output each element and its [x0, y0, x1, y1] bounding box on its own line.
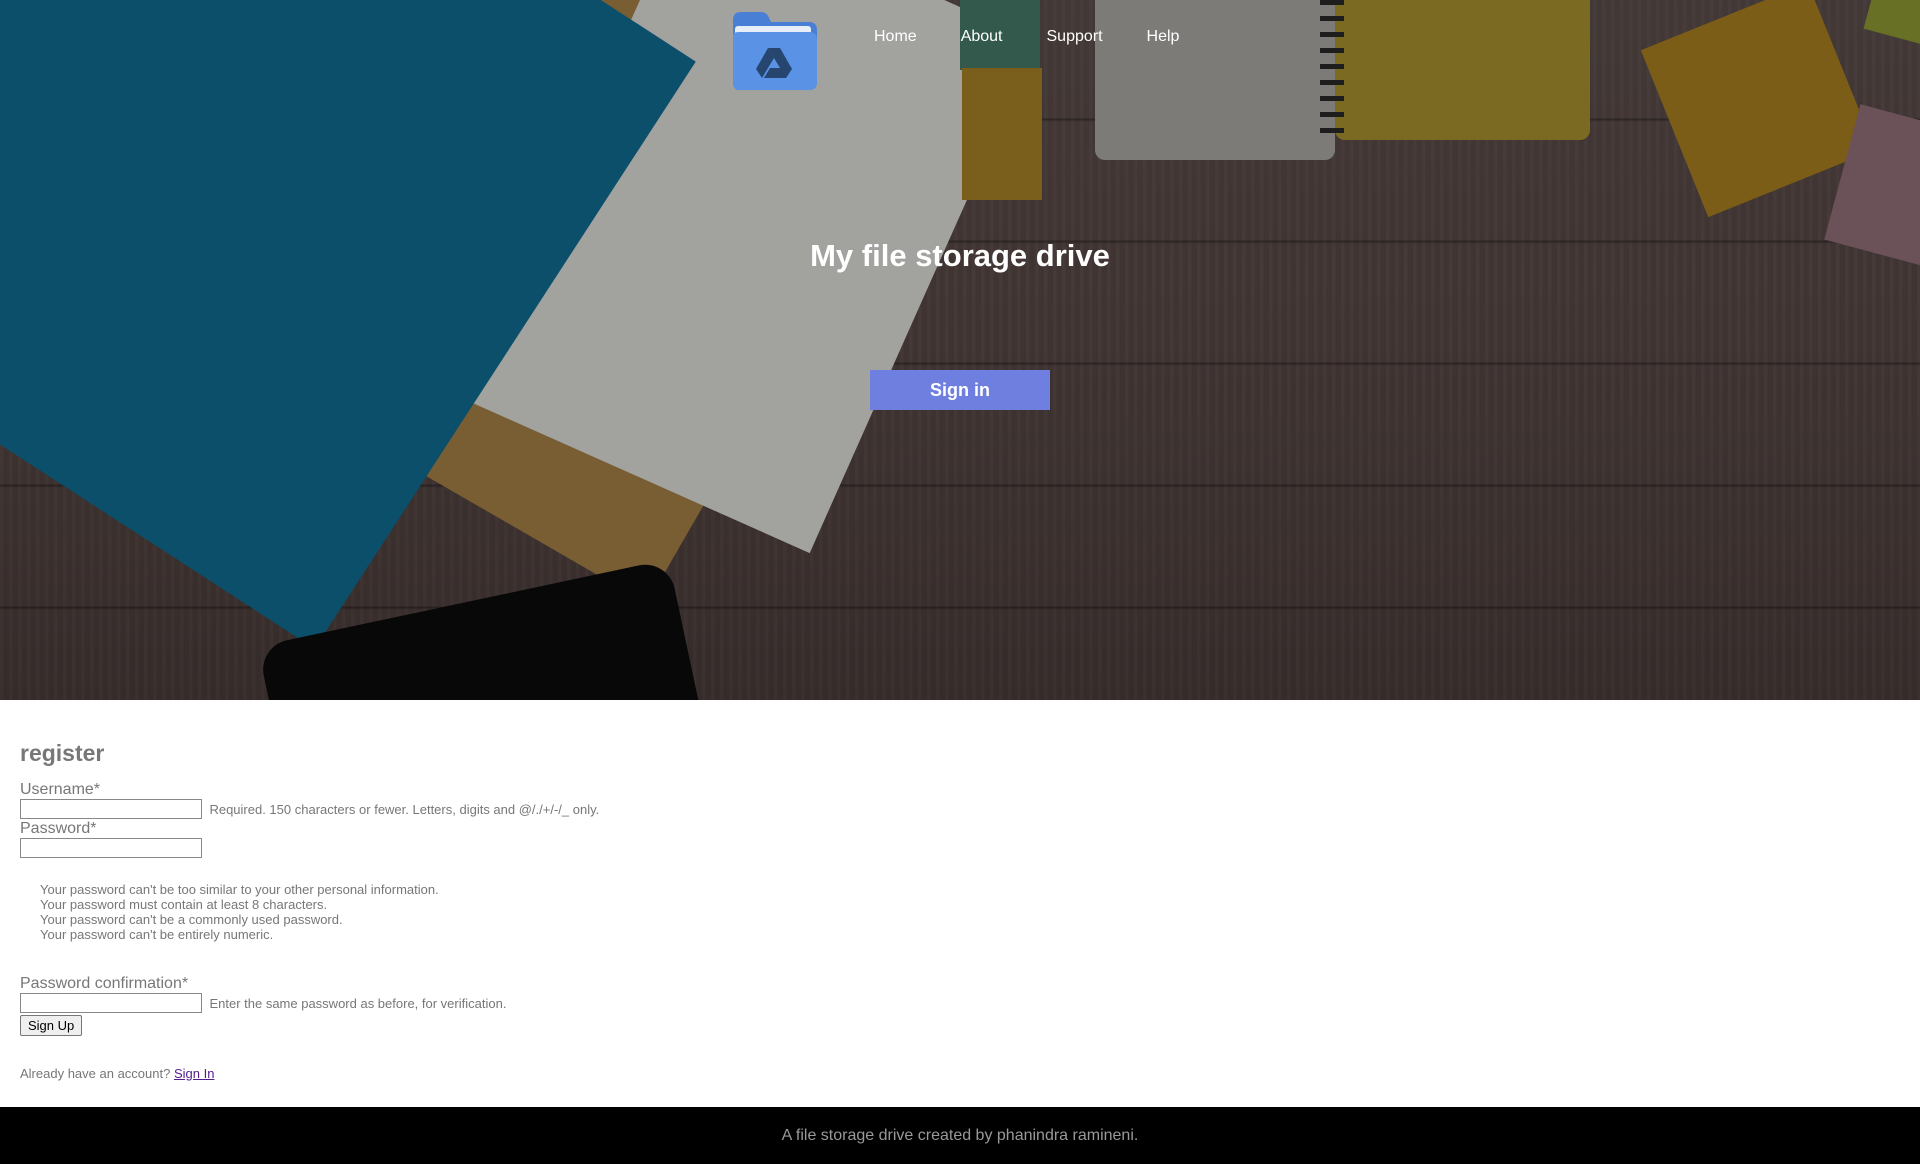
register-section: register Username* Required. 150 charact…: [20, 740, 1820, 1081]
password-rules-list: Your password can't be too similar to yo…: [20, 882, 1820, 942]
password-rule: Your password must contain at least 8 ch…: [40, 897, 328, 912]
password-rule: Your password can't be too similar to yo…: [40, 882, 439, 897]
password-rule: Your password can't be a commonly used p…: [40, 912, 343, 927]
username-help: Required. 150 characters or fewer. Lette…: [209, 801, 600, 817]
nav-support[interactable]: Support: [1047, 28, 1103, 46]
footer-text: A file storage drive created by phanindr…: [781, 1126, 1139, 1144]
password-input[interactable]: [20, 838, 202, 858]
top-nav: Home About Support Help: [874, 28, 1223, 46]
username-label: Username*: [20, 781, 101, 798]
username-input[interactable]: [20, 799, 202, 819]
password-confirmation-label: Password confirmation*: [20, 975, 189, 992]
footer: A file storage drive created by phanindr…: [0, 1107, 1920, 1164]
hero-overlay: [0, 0, 1920, 700]
nav-home[interactable]: Home: [874, 28, 917, 46]
password-confirmation-input[interactable]: [20, 993, 202, 1013]
nav-help[interactable]: Help: [1147, 28, 1180, 46]
nav-about[interactable]: About: [961, 28, 1003, 46]
sign-up-button[interactable]: Sign Up: [20, 1015, 83, 1036]
password-label: Password*: [20, 820, 97, 837]
drive-folder-icon[interactable]: [731, 12, 817, 90]
password-confirmation-help: Enter the same password as before, for v…: [209, 995, 507, 1011]
sign-in-link[interactable]: Sign In: [174, 1066, 214, 1081]
already-have-account: Already have an account? Sign In: [20, 1066, 1820, 1081]
already-text: Already have an account?: [20, 1066, 171, 1081]
hero-banner: Home About Support Help My file storage …: [0, 0, 1920, 700]
sign-in-button[interactable]: Sign in: [870, 370, 1050, 410]
page-title: My file storage drive: [810, 238, 1110, 273]
password-rule: Your password can't be entirely numeric.: [40, 927, 274, 942]
register-heading: register: [20, 740, 105, 766]
